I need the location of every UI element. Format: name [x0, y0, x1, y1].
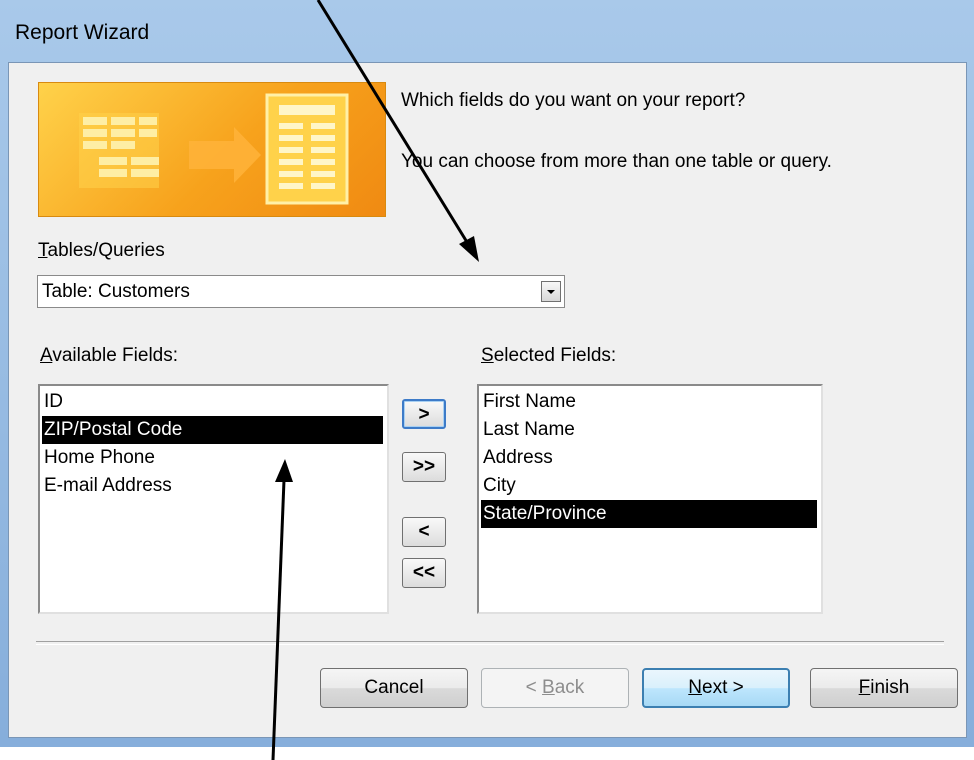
- arrow-head-up-icon: [275, 459, 293, 482]
- arrow-to-tables-select: [316, 0, 472, 248]
- annotation-arrows: [271, 0, 479, 760]
- arrow-to-available-fields: [271, 479, 286, 760]
- arrow-head-down-icon: [459, 236, 479, 262]
